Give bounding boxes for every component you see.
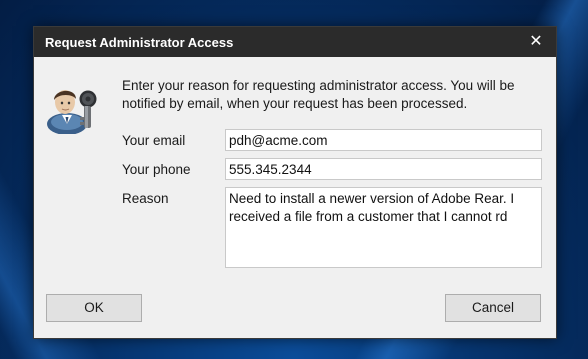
phone-field[interactable] xyxy=(225,158,542,180)
email-field[interactable] xyxy=(225,129,542,151)
title-bar[interactable]: Request Administrator Access ✕ xyxy=(34,27,556,57)
request-admin-dialog: Request Administrator Access ✕ Enter you… xyxy=(33,26,557,339)
administrator-key-icon xyxy=(47,90,97,134)
close-icon: ✕ xyxy=(529,33,543,50)
phone-label: Your phone xyxy=(122,162,191,177)
reason-label: Reason xyxy=(122,191,169,206)
intro-text: Enter your reason for requesting adminis… xyxy=(122,78,515,111)
close-button[interactable]: ✕ xyxy=(516,27,556,57)
cancel-button[interactable]: Cancel xyxy=(445,294,541,322)
reason-field[interactable]: Need to install a newer version of Adobe… xyxy=(225,187,542,268)
email-label: Your email xyxy=(122,133,186,148)
dialog-title: Request Administrator Access xyxy=(45,35,234,50)
ok-button[interactable]: OK xyxy=(46,294,142,322)
